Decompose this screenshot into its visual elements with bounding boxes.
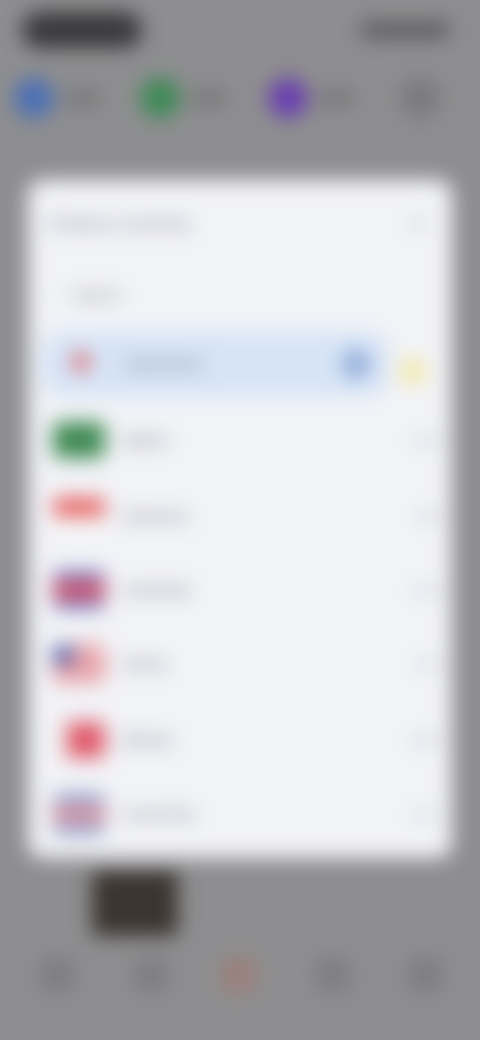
tab-cards-icon[interactable] (134, 958, 168, 992)
quick-action-4-icon (400, 78, 440, 118)
currency-row[interactable]: Algeria DZD (40, 408, 440, 472)
search-icon: ⌕ (52, 286, 61, 303)
currency-name: Bahrain (122, 731, 174, 749)
flag-icon (53, 498, 105, 534)
currency-row[interactable]: Cambodia KHR (40, 558, 440, 622)
quick-action-3-icon (268, 78, 308, 118)
quick-action-2-icon (140, 78, 180, 118)
currency-name: Liberia (122, 655, 168, 673)
quick-action-3-label (318, 93, 354, 103)
quick-action-3[interactable] (268, 78, 354, 118)
currency-row-selected[interactable]: Switzerland ✓ (42, 332, 388, 396)
currency-row[interactable]: Costa Rica CRC (40, 782, 440, 846)
quick-action-1[interactable] (14, 78, 100, 118)
system-icons (360, 22, 450, 38)
currency-picker-modal: Choose a currency ✕ ⌕ Switzerland ✓ Alge… (28, 180, 452, 858)
modal-header: Choose a currency ✕ (48, 206, 432, 242)
modal-title: Choose a currency (48, 214, 191, 233)
content-thumbnail[interactable] (92, 870, 178, 936)
star-icon[interactable]: ★ (398, 356, 428, 386)
quick-action-4[interactable] (400, 78, 440, 118)
quick-action-2[interactable] (140, 78, 226, 118)
tab-transfer-icon[interactable] (222, 958, 256, 992)
currency-code: BHD (412, 732, 440, 748)
status-bar (0, 0, 480, 62)
tab-home-icon[interactable] (40, 958, 74, 992)
currency-row[interactable]: Indonesia IDR (40, 484, 440, 548)
quick-action-1-icon (14, 78, 54, 118)
currency-row[interactable]: Bahrain BHD (40, 708, 440, 772)
flag-icon (53, 722, 105, 758)
tab-stats-icon[interactable] (316, 958, 350, 992)
flag-icon (53, 646, 105, 682)
flag-icon (53, 796, 105, 832)
quick-actions (0, 70, 480, 130)
currency-name: Switzerland (124, 355, 202, 373)
currency-name: Indonesia (122, 507, 188, 525)
quick-action-2-label (190, 93, 226, 103)
tab-bar (0, 948, 480, 1008)
flag-icon (53, 572, 105, 608)
currency-code: CRC (411, 806, 440, 822)
close-button[interactable]: ✕ (404, 210, 432, 238)
currency-name: Algeria (122, 431, 169, 449)
flag-icon (55, 346, 107, 382)
currency-name: Cambodia (122, 581, 191, 599)
close-icon: ✕ (410, 213, 426, 234)
check-icon: ✓ (342, 350, 370, 378)
search-input[interactable] (70, 285, 428, 305)
currency-row[interactable]: Liberia LRD (40, 632, 440, 696)
quick-action-1-label (64, 93, 100, 103)
search-bar: ⌕ (52, 278, 428, 312)
tab-profile-icon[interactable] (408, 958, 442, 992)
status-time (22, 12, 142, 48)
flag-icon (53, 422, 105, 458)
currency-code: LRD (413, 656, 440, 672)
currency-code: IDR (417, 508, 440, 524)
currency-code: DZD (413, 432, 440, 448)
currency-name: Costa Rica (122, 805, 196, 823)
currency-code: KHR (412, 582, 440, 598)
